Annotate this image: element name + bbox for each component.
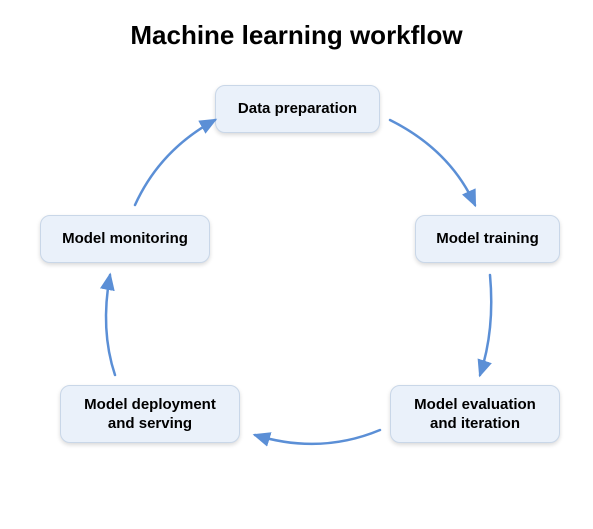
node-label: Model training — [436, 229, 539, 249]
workflow-node-model-monitoring: Model monitoring — [40, 215, 210, 263]
workflow-arrows — [0, 0, 593, 529]
node-label: Model evaluationand iteration — [414, 395, 536, 434]
workflow-node-model-deployment: Model deploymentand serving — [60, 385, 240, 443]
diagram-title: Machine learning workflow — [0, 20, 593, 51]
workflow-node-data-preparation: Data preparation — [215, 85, 380, 133]
workflow-node-model-evaluation: Model evaluationand iteration — [390, 385, 560, 443]
node-label: Model monitoring — [62, 229, 188, 249]
workflow-node-model-training: Model training — [415, 215, 560, 263]
node-label: Data preparation — [238, 99, 357, 119]
node-label: Model deploymentand serving — [84, 395, 216, 434]
